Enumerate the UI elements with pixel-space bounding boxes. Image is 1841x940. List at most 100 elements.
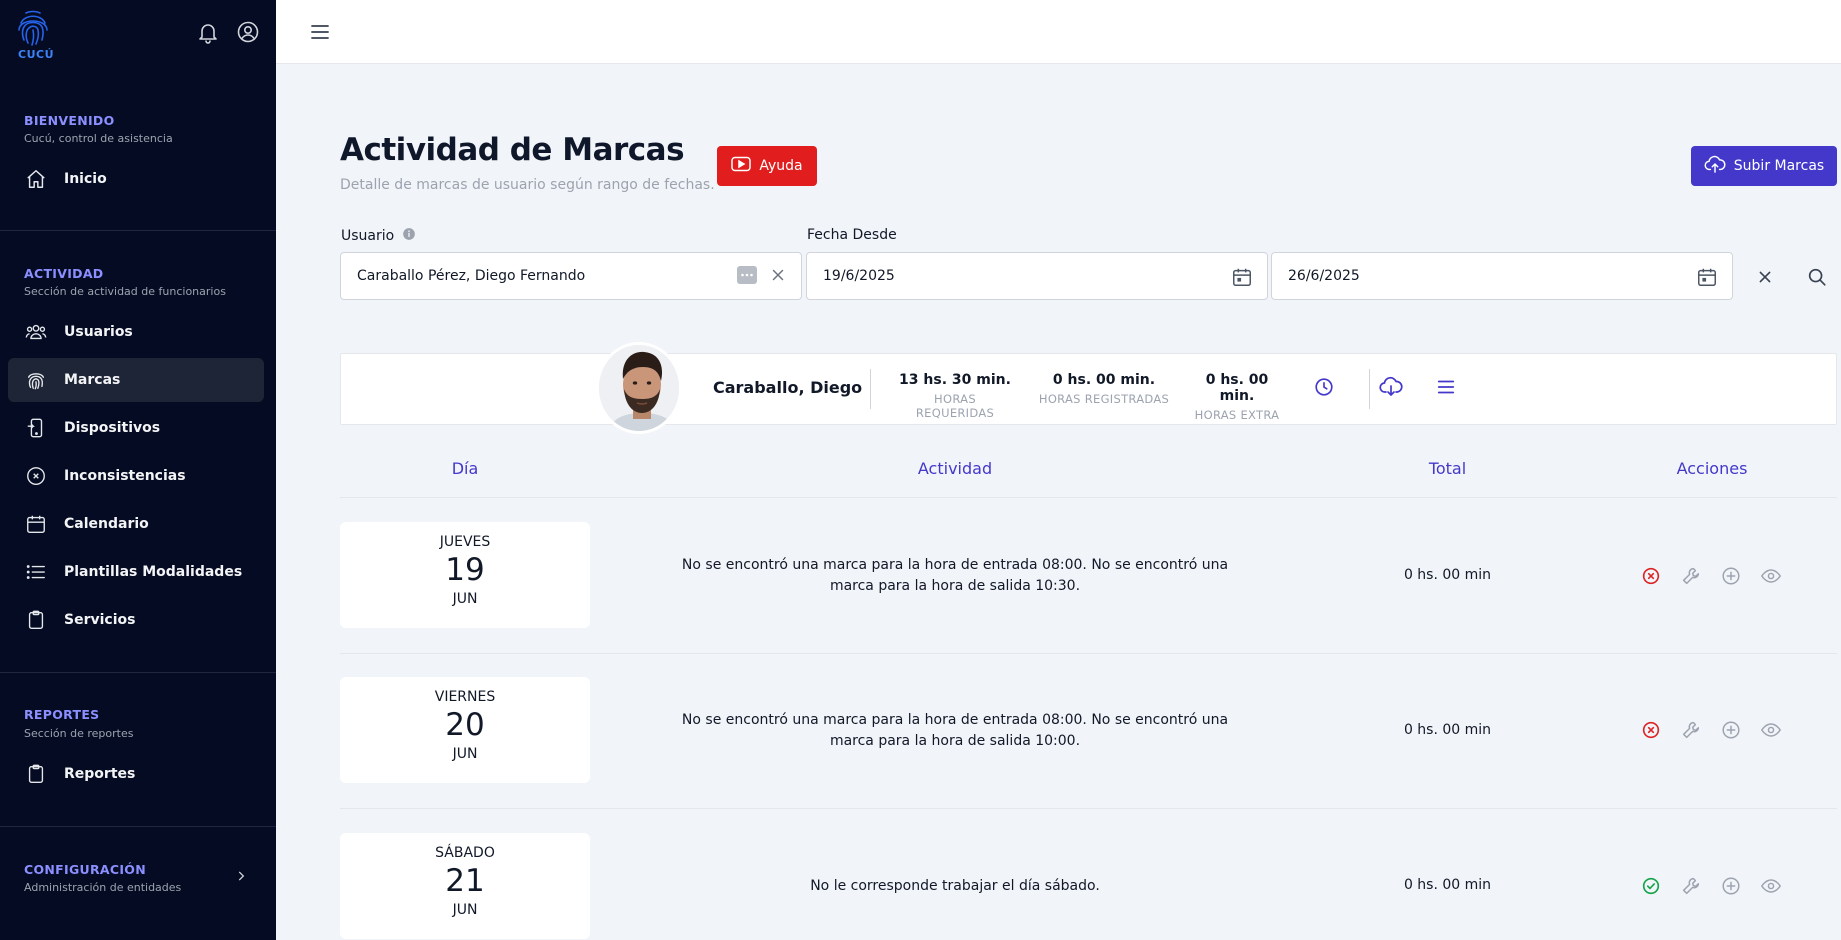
hamburger-menu-icon[interactable] (308, 20, 332, 44)
sidebar-header: CUCÚ (0, 0, 276, 70)
fingerprint-logo-icon (18, 10, 48, 46)
row-actions (1640, 565, 1782, 587)
sidebar: CUCÚ BIENVENIDO Cucú, control de asisten… (0, 0, 276, 940)
day-card: VIERNES 20 JUN (340, 677, 590, 783)
row-divider (340, 808, 1837, 809)
stat-extra-hours: 0 hs. 00 min. HORAS EXTRA (1187, 372, 1287, 422)
menu-list-icon[interactable] (1435, 376, 1457, 398)
header-divider (340, 497, 1837, 498)
stat-label: HORAS REGISTRADAS (1038, 392, 1170, 406)
sidebar-item-dispositivos[interactable]: Dispositivos (8, 406, 264, 450)
user-circle-icon[interactable] (236, 20, 260, 44)
sidebar-item-servicios[interactable]: Servicios (8, 598, 264, 642)
cloud-download-icon[interactable] (1379, 376, 1403, 398)
section-subtitle-bienvenido: Cucú, control de asistencia (24, 132, 173, 145)
sidebar-item-label: Inicio (64, 171, 107, 187)
sidebar-item-label: Calendario (64, 516, 149, 532)
row-total: 0 hs. 00 min (1403, 567, 1492, 583)
section-subtitle-reportes: Sección de reportes (24, 727, 134, 740)
sidebar-item-label: Dispositivos (64, 420, 161, 436)
stat-required-hours: 13 hs. 30 min. HORAS REQUERIDAS (893, 372, 1017, 420)
sidebar-item-label: Inconsistencias (64, 468, 186, 484)
sidebar-item-label: Reportes (64, 766, 136, 782)
date-from-value: 19/6/2025 (823, 268, 895, 284)
date-from-input[interactable]: 19/6/2025 (806, 252, 1268, 300)
sidebar-item-marcas[interactable]: Marcas (8, 358, 264, 402)
error-status-icon[interactable] (1640, 565, 1662, 587)
day-month: JUN (452, 591, 478, 607)
sidebar-item-label: Servicios (64, 612, 136, 628)
section-title-configuracion: CONFIGURACIÓN (24, 862, 146, 877)
summary-divider (1369, 369, 1370, 409)
calendar-icon[interactable] (1696, 266, 1718, 292)
summary-divider (870, 369, 871, 409)
sidebar-item-reportes[interactable]: Reportes (8, 752, 264, 796)
sidebar-divider (0, 672, 276, 673)
bell-icon[interactable] (196, 20, 220, 44)
column-header-actions: Acciones (1676, 459, 1748, 478)
sidebar-item-label: Usuarios (64, 324, 133, 340)
error-status-icon[interactable] (1640, 719, 1662, 741)
wrench-icon[interactable] (1680, 719, 1702, 741)
help-button[interactable]: Ayuda (717, 146, 817, 186)
add-circle-icon[interactable] (1720, 719, 1742, 741)
row-total: 0 hs. 00 min (1403, 877, 1492, 893)
search-icon[interactable] (1806, 266, 1828, 288)
info-icon[interactable] (402, 227, 416, 245)
eye-icon[interactable] (1760, 875, 1782, 897)
sidebar-divider (0, 826, 276, 827)
sidebar-item-inconsistencias[interactable]: Inconsistencias (8, 454, 264, 498)
add-circle-icon[interactable] (1720, 875, 1742, 897)
eye-icon[interactable] (1760, 719, 1782, 741)
chevron-right-icon (234, 868, 248, 882)
sidebar-item-usuarios[interactable]: Usuarios (8, 310, 264, 354)
clear-filters-icon[interactable] (1754, 266, 1776, 288)
day-weekday: SÁBADO (435, 845, 495, 861)
date-to-input[interactable]: 26/6/2025 (1271, 252, 1733, 300)
section-title-reportes: REPORTES (24, 707, 100, 722)
upload-marks-button[interactable]: Subir Marcas (1691, 146, 1837, 186)
page-subtitle: Detalle de marcas de usuario según rango… (340, 177, 715, 193)
avatar (596, 342, 682, 434)
upload-button-label: Subir Marcas (1733, 158, 1825, 174)
youtube-icon (731, 156, 752, 176)
calendar-icon[interactable] (1231, 266, 1253, 292)
date-from-label-text: Fecha Desde (807, 227, 897, 243)
x-circle-icon (24, 464, 48, 488)
stat-label: HORAS EXTRA (1194, 408, 1280, 422)
day-number: 20 (445, 707, 485, 743)
sidebar-item-inicio[interactable]: Inicio (8, 157, 264, 201)
section-title-bienvenido: BIENVENIDO (24, 113, 115, 128)
day-weekday: VIERNES (434, 689, 496, 705)
check-status-icon[interactable] (1640, 875, 1662, 897)
section-subtitle-configuracion: Administración de entidades (24, 881, 182, 894)
clipboard-icon (24, 762, 48, 786)
add-circle-icon[interactable] (1720, 565, 1742, 587)
day-number: 21 (445, 863, 485, 899)
stat-value: 13 hs. 30 min. (899, 372, 1011, 388)
sidebar-item-label: Plantillas Modalidades (64, 564, 243, 580)
column-header-activity: Actividad (917, 459, 993, 478)
user-filter-label: Usuario (341, 227, 416, 245)
user-select-input[interactable]: Caraballo Pérez, Diego Fernando (340, 252, 802, 300)
user-name: Caraballo, Diego (713, 378, 863, 397)
day-card: JUEVES 19 JUN (340, 522, 590, 628)
user-select-value: Caraballo Pérez, Diego Fernando (357, 268, 586, 284)
section-subtitle-actividad: Sección de actividad de funcionarios (24, 285, 226, 298)
wrench-icon[interactable] (1680, 875, 1702, 897)
home-icon (24, 167, 48, 191)
fingerprint-icon (24, 368, 48, 392)
more-options-icon[interactable] (737, 266, 757, 288)
sidebar-item-plantillas-modalidades[interactable]: Plantillas Modalidades (8, 550, 264, 594)
help-button-label: Ayuda (759, 158, 803, 174)
column-header-total: Total (1428, 459, 1467, 478)
sidebar-item-calendario[interactable]: Calendario (8, 502, 264, 546)
day-month: JUN (452, 902, 478, 918)
wrench-icon[interactable] (1680, 565, 1702, 587)
day-weekday: JUEVES (439, 534, 491, 550)
page-title: Actividad de Marcas (340, 132, 685, 168)
app-logo[interactable]: CUCÚ (16, 10, 56, 61)
clear-user-icon[interactable] (769, 266, 787, 288)
eye-icon[interactable] (1760, 565, 1782, 587)
clock-icon[interactable] (1313, 376, 1335, 398)
